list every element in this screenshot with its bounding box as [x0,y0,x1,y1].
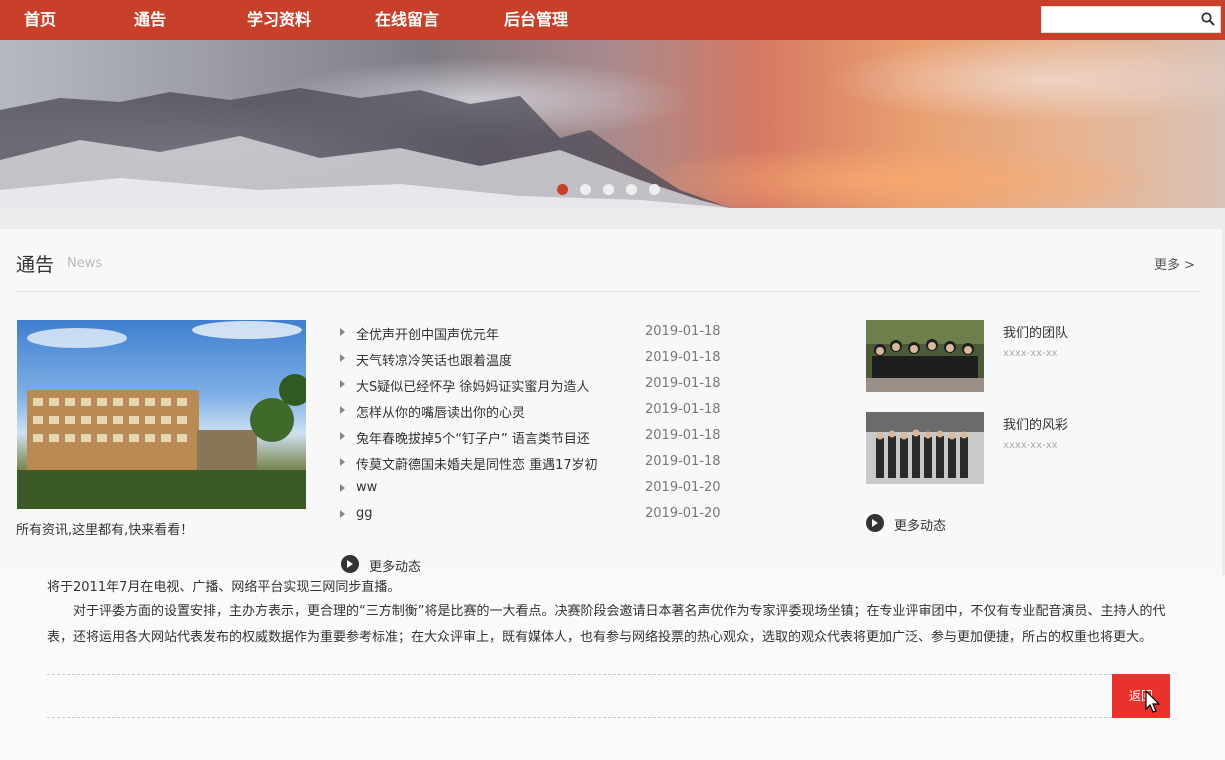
article-paragraph: 对于评委方面的设置安排，主办方表示，更合理的“三方制衡”将是比赛的一大看点。决赛… [47,604,1166,645]
nav-item-home[interactable]: 首页 [24,0,56,40]
news-item[interactable]: 全优声开创中国声优元年 2019-01-18 [340,323,740,343]
news-item-date: 2019-01-18 [645,402,721,417]
news-item-date: 2019-01-18 [645,454,721,469]
news-item-title[interactable]: 天气转凉冷笑话也跟着温度 [356,350,512,369]
section-subtitle: News [67,256,103,271]
news-item[interactable]: 传莫文蔚德国未婚夫是同性恋 重遇17岁初 2019-01-18 [340,453,740,473]
article-paragraph: 将于2011年7月在电视、广播、网络平台实现三网同步直播。 [47,580,401,595]
nav-item-study-materials[interactable]: 学习资料 [247,0,311,40]
team-more-label[interactable]: 更多动态 [894,515,946,534]
more-link[interactable]: 更多 > [1154,254,1195,273]
team-photo[interactable] [866,412,984,484]
caret-right-icon [340,484,345,492]
news-item-date: 2019-01-18 [645,376,721,391]
team-card[interactable]: 我们的风彩 xxxx-xx-xx [866,412,1206,484]
news-item[interactable]: ww 2019-01-20 [340,479,740,499]
carousel-dot-2[interactable] [580,184,591,195]
nav-item-admin[interactable]: 后台管理 [504,0,568,40]
top-nav: 首页 通告 学习资料 在线留言 后台管理 [0,0,1225,40]
carousel-dot-1[interactable] [557,184,568,195]
news-item-date: 2019-01-18 [645,428,721,443]
more-dynamic-label[interactable]: 更多动态 [369,556,421,575]
carousel-dot-3[interactable] [603,184,614,195]
caret-right-icon [340,458,345,466]
feature-building-image[interactable] [17,320,306,509]
news-item-title[interactable]: 怎样从你的嘴唇读出你的心灵 [356,402,525,421]
nav-item-messages[interactable]: 在线留言 [375,0,439,40]
arrow-circle-icon [866,514,884,532]
carousel-dot-4[interactable] [626,184,637,195]
caret-right-icon [340,380,345,388]
banner-mountain-image [0,88,730,208]
nav-item-notices[interactable]: 通告 [134,0,166,40]
search-icon[interactable] [1201,12,1215,26]
caret-right-icon [340,328,345,336]
divider [16,291,1200,292]
more-dynamic-team-button[interactable]: 更多动态 [866,514,986,534]
dashed-divider [47,674,1167,675]
news-item-title[interactable]: 大S疑似已经怀孕 徐妈妈证实蜜月为造人 [356,376,589,395]
news-item-title[interactable]: 传莫文蔚德国未婚夫是同性恋 重遇17岁初 [356,454,598,473]
news-item-title[interactable]: gg [356,506,373,521]
mouse-pointer-icon [1145,690,1161,713]
section-title: 通告 [16,254,55,276]
caret-right-icon [340,406,345,414]
back-button[interactable]: 返回 [1112,674,1170,718]
caret-right-icon [340,354,345,362]
news-item-title[interactable]: ww [356,480,377,495]
feature-caption: 所有资讯,这里都有,快来看看！ [16,523,194,538]
arrow-circle-icon [341,555,359,573]
banner-carousel[interactable] [0,40,1225,208]
article-body: 将于2011年7月在电视、广播、网络平台实现三网同步直播。 对于评委方面的设置安… [0,575,1225,760]
news-item[interactable]: 大S疑似已经怀孕 徐妈妈证实蜜月为造人 2019-01-18 [340,375,740,395]
team-card-date: xxxx-xx-xx [1003,348,1058,359]
news-item-title[interactable]: 兔年春晚拔掉5个“钉子户” 语言类节目还 [356,428,590,447]
news-item-date: 2019-01-18 [645,350,721,365]
news-item[interactable]: 怎样从你的嘴唇读出你的心灵 2019-01-18 [340,401,740,421]
news-item-date: 2019-01-20 [645,480,721,495]
dashed-divider [47,717,1167,718]
news-item[interactable]: gg 2019-01-20 [340,505,740,525]
news-item-title[interactable]: 全优声开创中国声优元年 [356,324,499,343]
team-card-title[interactable]: 我们的风彩 [1003,414,1068,433]
news-panel: 通告 News 更多 > 所有资讯,这里都有,快来看看！ 全优声开创中国声优元年… [0,229,1222,575]
search-input[interactable] [1042,7,1197,32]
news-item[interactable]: 天气转凉冷笑话也跟着温度 2019-01-18 [340,349,740,369]
carousel-dot-5[interactable] [649,184,660,195]
team-card-title[interactable]: 我们的团队 [1003,322,1068,341]
more-dynamic-news-button[interactable]: 更多动态 [341,555,461,575]
team-photo[interactable] [866,320,984,392]
caret-right-icon [340,510,345,518]
news-item[interactable]: 兔年春晚拔掉5个“钉子户” 语言类节目还 2019-01-18 [340,427,740,447]
team-card-date: xxxx-xx-xx [1003,440,1058,451]
news-item-date: 2019-01-18 [645,324,721,339]
caret-right-icon [340,432,345,440]
team-card[interactable]: 我们的团队 xxxx-xx-xx [866,320,1206,392]
news-item-date: 2019-01-20 [645,506,721,521]
search-box [1041,6,1221,33]
